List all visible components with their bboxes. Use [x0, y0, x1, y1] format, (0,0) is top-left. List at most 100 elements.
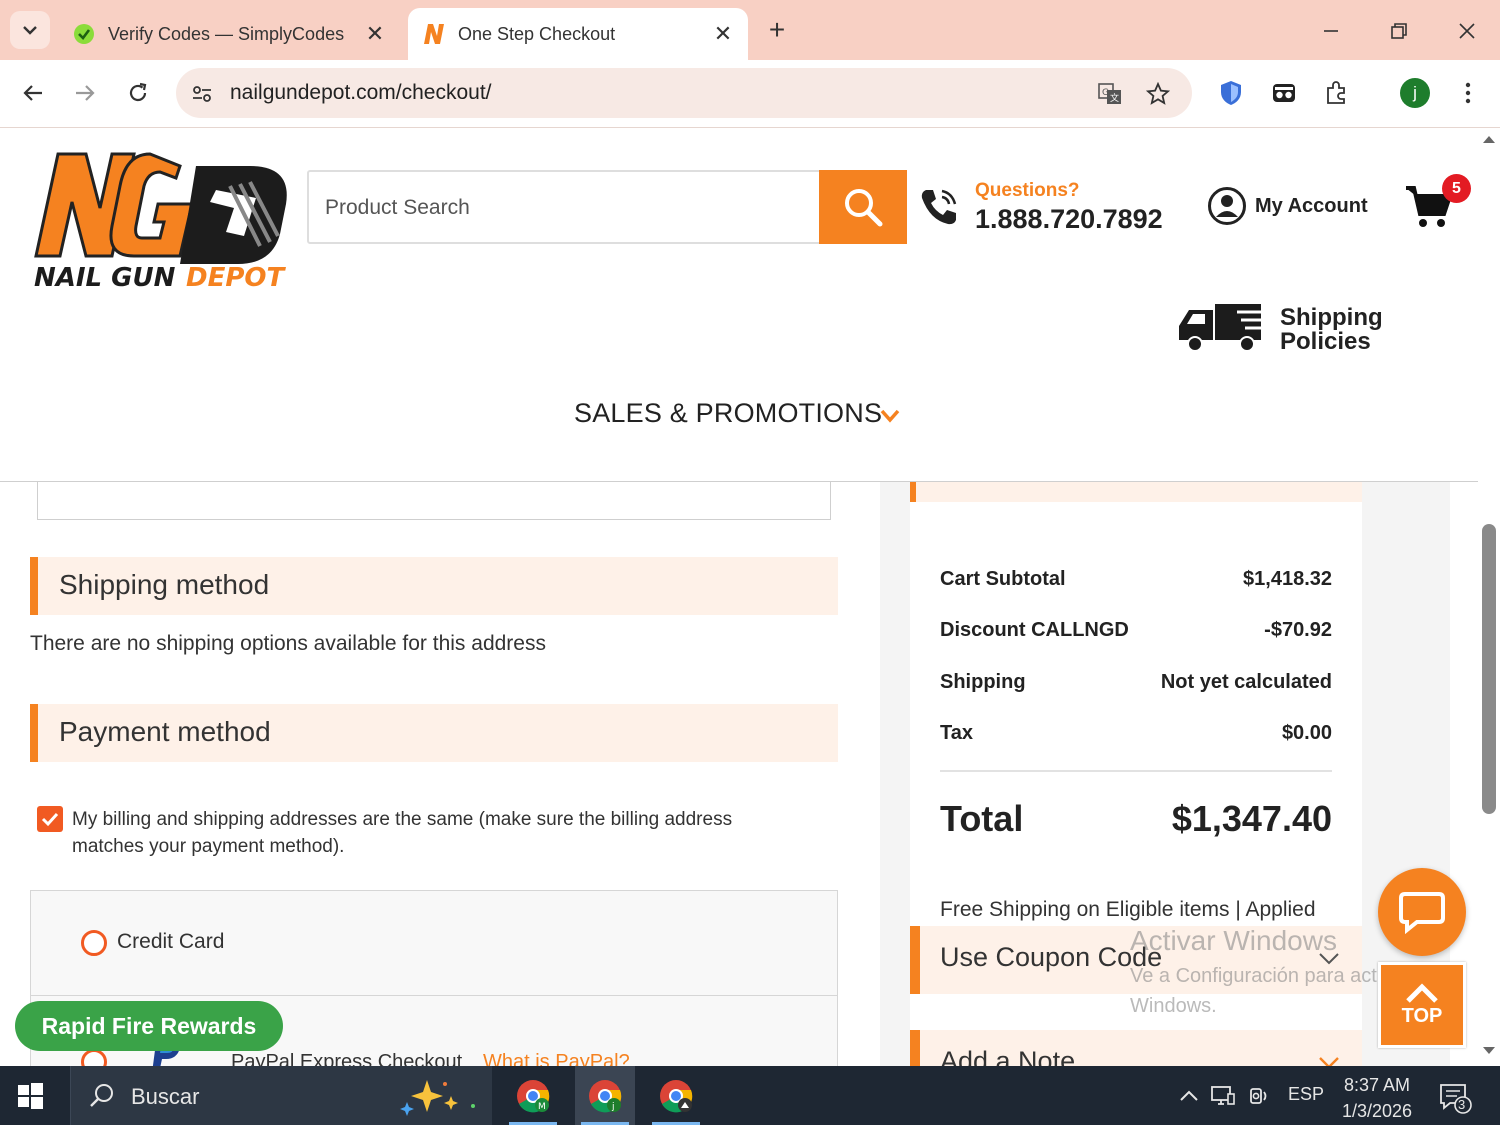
- forward-button[interactable]: [66, 74, 104, 112]
- chat-bubble-icon: [1399, 892, 1445, 934]
- notification-count: 3: [1458, 1097, 1466, 1112]
- shipping-truck-icon: [1175, 300, 1279, 356]
- summary-value: -$70.92: [1264, 619, 1332, 641]
- translate-icon[interactable]: G文: [1096, 80, 1124, 108]
- close-icon: [1459, 23, 1475, 39]
- forward-arrow-icon: [76, 85, 95, 101]
- windows-activation-watermark: Activar Windows Ve a Configuración para …: [1130, 925, 1409, 1021]
- my-account-link[interactable]: My Account: [1255, 195, 1368, 218]
- nail-gun-depot-logo[interactable]: NAIL GUN DEPOT: [30, 146, 300, 296]
- chrome-icon: j: [589, 1079, 622, 1112]
- reload-button[interactable]: [119, 74, 157, 112]
- total-label: Total: [940, 798, 1024, 839]
- simplycodes-icon: [72, 22, 96, 46]
- note-title: Add a Note: [940, 1046, 1076, 1066]
- total-value: $1,347.40: [1171, 798, 1332, 839]
- credit-card-label[interactable]: Credit Card: [117, 930, 224, 954]
- add-a-note-toggle[interactable]: Add a Note: [910, 1030, 1362, 1066]
- address-form-box: [37, 482, 831, 520]
- summary-value: $0.00: [1281, 722, 1332, 744]
- payment-divider: [31, 995, 837, 996]
- site-settings-icon[interactable]: [188, 80, 216, 108]
- credit-card-radio[interactable]: [81, 930, 107, 956]
- close-window-button[interactable]: [1450, 14, 1484, 48]
- summary-value: Not yet calculated: [1160, 671, 1332, 693]
- reload-icon: [129, 82, 147, 102]
- chrome-icon: M: [517, 1079, 550, 1112]
- language-indicator[interactable]: ESP: [1288, 1084, 1324, 1105]
- payment-method-header: Payment method: [30, 704, 838, 762]
- summary-divider: [940, 770, 1332, 772]
- tab-one-step-checkout[interactable]: One Step Checkout ✕: [408, 8, 748, 60]
- restore-button[interactable]: [1382, 14, 1416, 48]
- back-button[interactable]: [14, 74, 52, 112]
- watermark-line3-text: Windows.: [1130, 995, 1217, 1017]
- chevron-down-icon: [880, 409, 900, 423]
- taskbar-clock[interactable]: 8:37 AM 1/3/2026: [1340, 1072, 1414, 1124]
- tray-overflow-chevron-icon[interactable]: [1176, 1084, 1202, 1108]
- extensions-puzzle-icon[interactable]: [1320, 76, 1354, 110]
- taskbar-chrome-profile-j[interactable]: j: [575, 1066, 635, 1125]
- windows-taskbar: Buscar M j ESP 8:37 AM 1/3/2026 3: [0, 1066, 1500, 1125]
- paypal-radio[interactable]: [81, 1049, 107, 1066]
- search-icon: [845, 189, 883, 227]
- summary-top-strip: [910, 482, 1362, 502]
- user-account-icon[interactable]: [1207, 186, 1247, 226]
- scroll-up-arrow-icon[interactable]: [1482, 134, 1496, 144]
- taskbar-search[interactable]: Buscar: [70, 1066, 492, 1125]
- scrollbar-thumb[interactable]: [1482, 524, 1496, 814]
- svg-text:文: 文: [1110, 92, 1119, 104]
- svg-text:M: M: [538, 1102, 546, 1112]
- taskbar-chrome-profile-other[interactable]: [646, 1066, 706, 1125]
- phone-number[interactable]: 1.888.720.7892: [975, 204, 1163, 235]
- browser-toolbar: nailgundepot.com/checkout/ G文 j: [0, 60, 1500, 128]
- payment-method-title: Payment method: [59, 716, 271, 747]
- paypal-label[interactable]: PayPal Express Checkout: [231, 1051, 462, 1066]
- billing-same-checkbox[interactable]: [37, 806, 63, 832]
- scroll-down-arrow-icon[interactable]: [1482, 1046, 1496, 1056]
- profile-avatar[interactable]: j: [1398, 76, 1432, 110]
- close-tab-icon[interactable]: ✕: [712, 21, 734, 47]
- tab-search-button[interactable]: [10, 11, 50, 49]
- clock-time: 8:37 AM: [1343, 1075, 1411, 1095]
- bitwarden-extension-icon[interactable]: [1214, 76, 1248, 110]
- ngd-n-icon: [422, 22, 446, 46]
- search-icon: [90, 1084, 113, 1107]
- tab-simplycodes[interactable]: Verify Codes — SimplyCodes ✕: [58, 8, 400, 60]
- search-button[interactable]: [819, 170, 907, 244]
- phone-icon: [918, 186, 960, 228]
- live-chat-button[interactable]: [1378, 868, 1466, 956]
- clock-date: 1/3/2026: [1341, 1101, 1413, 1121]
- svg-text:G: G: [1102, 88, 1109, 98]
- shipping-method-title: Shipping method: [59, 569, 270, 600]
- bookmark-star-icon[interactable]: [1144, 80, 1172, 108]
- incognito-extension-icon[interactable]: [1267, 76, 1301, 110]
- shipping-policies-link[interactable]: Shipping Policies: [1280, 306, 1390, 354]
- close-tab-icon[interactable]: ✕: [364, 21, 386, 47]
- minimize-icon: [1324, 30, 1338, 32]
- watermark-line2: Ve a Configuración para activar Windows.: [1130, 961, 1409, 1021]
- site-header: NAIL GUN DEPOT Questions? 1.888.720.7892…: [0, 128, 1478, 482]
- sales-promotions-menu[interactable]: SALES & PROMOTIONS: [574, 398, 882, 429]
- product-search-input[interactable]: [325, 190, 815, 226]
- cart-count-badge: 5: [1442, 174, 1471, 203]
- free-shipping-note: Free Shipping on Eligible items | Applie…: [940, 898, 1316, 921]
- top-label: TOP: [1401, 1004, 1443, 1027]
- windows-start-icon[interactable]: [14, 1080, 46, 1112]
- notifications-icon[interactable]: 3: [1438, 1082, 1474, 1114]
- rapid-fire-rewards-button[interactable]: Rapid Fire Rewards: [15, 1001, 283, 1051]
- what-is-paypal-link[interactable]: What is PayPal?: [483, 1051, 630, 1066]
- speaker-icon[interactable]: [1246, 1084, 1272, 1108]
- summary-row-shipping: Shipping Not yet calculated: [940, 671, 1332, 694]
- address-bar[interactable]: nailgundepot.com/checkout/ G文: [176, 68, 1192, 118]
- back-to-top-button[interactable]: TOP: [1378, 962, 1466, 1048]
- minimize-button[interactable]: [1314, 14, 1348, 48]
- browser-menu-button[interactable]: [1451, 76, 1485, 110]
- network-icon[interactable]: [1210, 1084, 1236, 1108]
- new-tab-button[interactable]: +: [760, 14, 794, 48]
- taskbar-search-label: Buscar: [131, 1084, 200, 1109]
- url-text: nailgundepot.com/checkout/: [230, 81, 492, 104]
- back-arrow-icon: [23, 85, 42, 101]
- page-scrollbar[interactable]: [1478, 128, 1500, 1066]
- taskbar-chrome-profile-m[interactable]: M: [503, 1066, 563, 1125]
